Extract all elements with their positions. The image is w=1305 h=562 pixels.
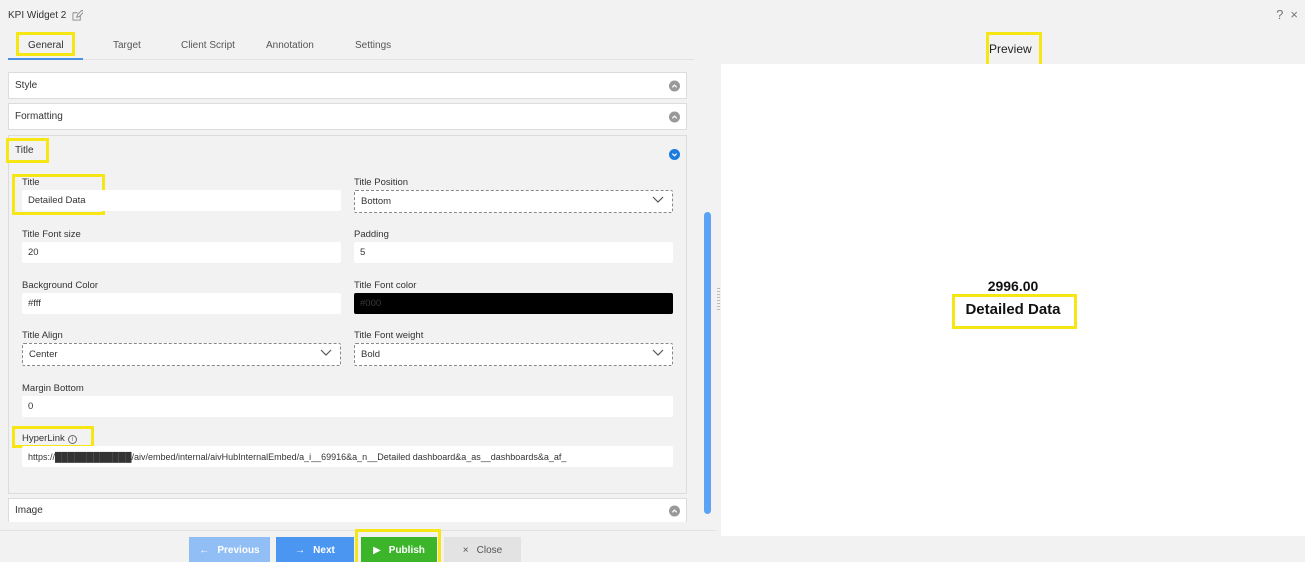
padding-input[interactable]: 5 [354,242,673,263]
next-label: Next [313,544,335,556]
chevron-up-icon[interactable] [669,505,680,516]
section-title-label[interactable]: Title [15,145,34,156]
title-align-value: Center [29,349,58,360]
info-icon[interactable]: i [67,435,77,444]
chevron-up-icon[interactable] [669,80,680,91]
title-align-select[interactable]: Center [22,343,341,366]
background-color-input[interactable]: #fff [22,293,341,314]
section-title: Title Title Detailed Data Title Position… [6,135,687,494]
hyperlink-input[interactable]: https://████████████/aiv/embed/internal/… [22,446,673,467]
scrollbar[interactable] [704,212,711,514]
tab-annotation[interactable]: Annotation [266,40,314,51]
highlight-box [355,529,441,562]
title-font-color-label: Title Font color [354,280,417,291]
section-style-label: Style [15,80,38,91]
title-position-select[interactable]: Bottom [354,190,673,213]
margin-bottom-input[interactable]: 0 [22,396,673,417]
close-icon[interactable]: × [1290,7,1298,22]
section-image[interactable]: Image [8,498,687,522]
close-label: Close [476,544,503,556]
section-style[interactable]: Style [8,72,687,99]
chevron-down-icon [652,349,664,356]
section-image-label: Image [15,505,43,516]
arrow-right-icon: → [295,544,306,556]
tab-target[interactable]: Target [113,40,141,51]
preview-area: 2996.00 Detailed Data [721,64,1305,536]
arrow-left-icon: ← [199,544,210,556]
margin-bottom-label: Margin Bottom [22,383,84,394]
active-tab-indicator [8,58,83,60]
padding-label: Padding [354,229,389,240]
title-font-color-input[interactable]: #000 [354,293,673,314]
close-x-icon: × [462,544,469,556]
chevron-down-icon [652,196,664,203]
chevron-down-icon[interactable] [669,149,680,160]
preview-label: Preview [989,42,1032,56]
close-button[interactable]: × Close [444,537,521,562]
title-align-label: Title Align [22,330,63,341]
section-formatting[interactable]: Formatting [8,103,687,130]
title-label: Title [22,177,40,188]
footer-bar: ← Previous → Next ▶ Publish × Close [0,529,716,562]
title-font-weight-label: Title Font weight [354,330,424,341]
section-formatting-label: Formatting [15,111,63,122]
tab-general[interactable]: General [28,40,64,51]
hyperlink-label: HyperLink i [22,433,77,444]
previous-button[interactable]: ← Previous [189,537,270,562]
splitter-handle[interactable] [717,288,720,310]
tab-settings[interactable]: Settings [355,40,391,51]
widget-title: KPI Widget 2 [8,9,85,21]
title-position-label: Title Position [354,177,409,188]
help-icon[interactable]: ? [1276,7,1283,22]
background-color-label: Background Color [22,280,99,291]
tab-bar: General Target Client Script Annotation … [8,32,694,60]
highlight-box [952,294,1077,329]
title-font-weight-select[interactable]: Bold [354,343,673,366]
title-font-weight-value: Bold [361,349,381,360]
previous-label: Previous [217,544,260,556]
chevron-down-icon [320,349,332,356]
window-controls: ? × [1276,7,1298,22]
widget-title-text: KPI Widget 2 [8,10,67,21]
hyperlink-label-text: HyperLink [22,433,65,444]
kpi-value: 2996.00 [987,278,1039,294]
title-font-size-label: Title Font size [22,229,81,240]
tab-client-script[interactable]: Client Script [181,40,235,51]
next-button[interactable]: → Next [276,537,354,562]
title-input[interactable]: Detailed Data [22,190,341,211]
edit-icon[interactable] [72,9,85,21]
chevron-up-icon[interactable] [669,111,680,122]
title-position-value: Bottom [361,196,392,207]
title-font-size-input[interactable]: 20 [22,242,341,263]
